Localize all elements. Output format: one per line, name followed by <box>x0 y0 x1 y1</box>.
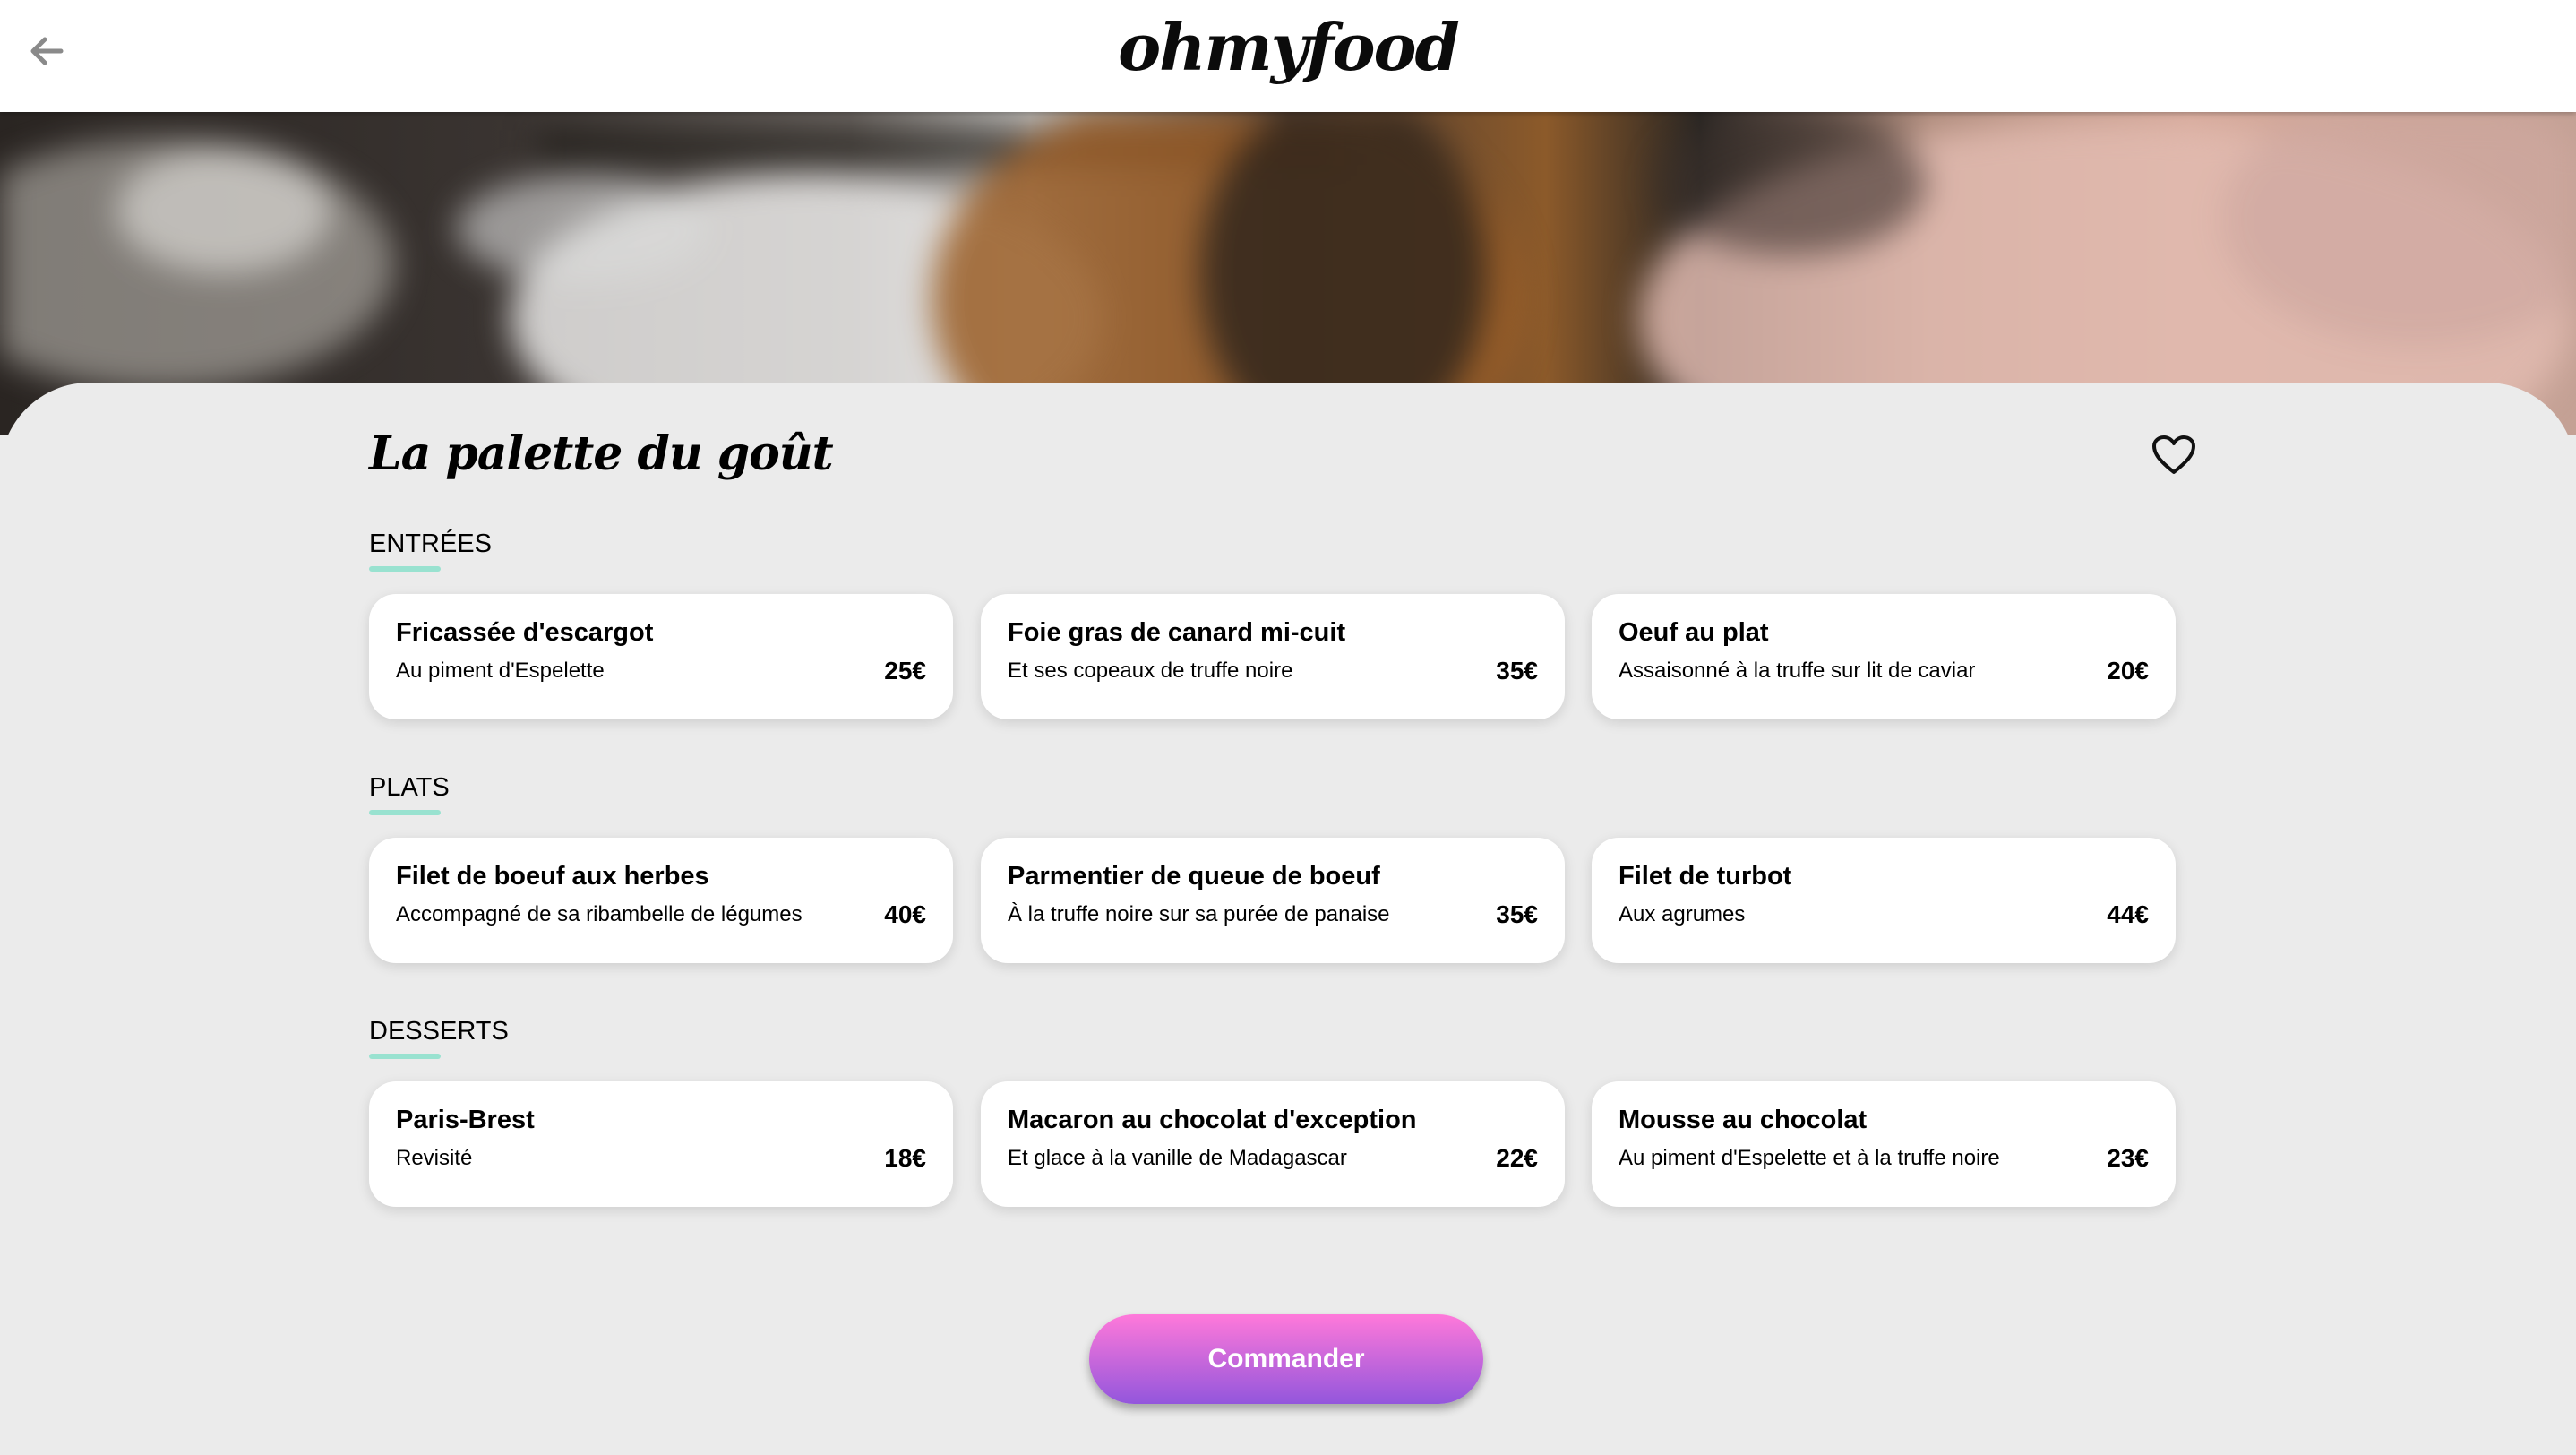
section-title-plats: PLATS <box>369 773 450 802</box>
menu-item-price: 20€ <box>2107 657 2149 684</box>
menu-item-description: Au piment d'Espelette et à la truffe noi… <box>1619 1146 2000 1170</box>
menu-item-card[interactable]: Foie gras de canard mi-cuit Et ses copea… <box>981 594 1565 719</box>
menu-item-name: Fricassée d'escargot <box>396 618 654 647</box>
menu-item-name: Filet de turbot <box>1619 862 1792 891</box>
menu-item-description: Au piment d'Espelette <box>396 659 605 683</box>
section-title-entrees: ENTRÉES <box>369 529 492 558</box>
app-header: ohmyfood <box>0 0 2576 112</box>
menu-item-name: Mousse au chocolat <box>1619 1106 1868 1134</box>
menu-item-name: Oeuf au plat <box>1619 618 1769 647</box>
section-underline <box>369 566 441 572</box>
menu-item-description: À la truffe noire sur sa purée de panais… <box>1008 902 1390 926</box>
menu-item-card[interactable]: Filet de turbot Aux agrumes 44€ <box>1592 838 2176 963</box>
menu-item-price: 22€ <box>1496 1144 1538 1172</box>
menu-item-price: 23€ <box>2107 1144 2149 1172</box>
menu-panel: La palette du goût ENTRÉES Fricassée d'e… <box>0 383 2576 1455</box>
menu-item-price: 35€ <box>1496 900 1538 928</box>
menu-item-name: Paris-Brest <box>396 1106 535 1134</box>
section-title-desserts: DESSERTS <box>369 1017 509 1046</box>
menu-item-card[interactable]: Fricassée d'escargot Au piment d'Espelet… <box>369 594 953 719</box>
menu-item-description: Accompagné de sa ribambelle de légumes <box>396 902 803 926</box>
menu-item-name: Parmentier de queue de boeuf <box>1008 862 1380 891</box>
menu-item-card[interactable]: Paris-Brest Revisité 18€ <box>369 1081 953 1207</box>
order-button[interactable]: Commander <box>1089 1314 1483 1404</box>
menu-item-card[interactable]: Filet de boeuf aux herbes Accompagné de … <box>369 838 953 963</box>
menu-item-card[interactable]: Mousse au chocolat Au piment d'Espelette… <box>1592 1081 2176 1207</box>
menu-item-price: 35€ <box>1496 657 1538 684</box>
menu-item-description: Et glace à la vanille de Madagascar <box>1008 1146 1347 1170</box>
app-logo[interactable]: ohmyfood <box>0 7 2576 88</box>
menu-item-price: 44€ <box>2107 900 2149 928</box>
menu-item-price: 40€ <box>884 900 926 928</box>
menu-item-card[interactable]: Parmentier de queue de boeuf À la truffe… <box>981 838 1565 963</box>
section-underline <box>369 810 441 815</box>
favorite-button[interactable] <box>2151 435 2196 476</box>
section-underline <box>369 1054 441 1059</box>
menu-item-price: 25€ <box>884 657 926 684</box>
menu-item-card[interactable]: Macaron au chocolat d'exception Et glace… <box>981 1081 1565 1207</box>
menu-item-price: 18€ <box>884 1144 926 1172</box>
restaurant-title: La palette du goût <box>369 426 834 481</box>
menu-item-card[interactable]: Oeuf au plat Assaisonné à la truffe sur … <box>1592 594 2176 719</box>
menu-item-description: Aux agrumes <box>1619 902 1746 926</box>
menu-item-name: Foie gras de canard mi-cuit <box>1008 618 1346 647</box>
menu-item-description: Assaisonné à la truffe sur lit de caviar <box>1619 659 1976 683</box>
menu-item-description: Revisité <box>396 1146 473 1170</box>
menu-item-name: Filet de boeuf aux herbes <box>396 862 709 891</box>
menu-item-name: Macaron au chocolat d'exception <box>1008 1106 1417 1134</box>
heart-outline-icon <box>2152 435 2195 474</box>
menu-item-description: Et ses copeaux de truffe noire <box>1008 659 1293 683</box>
